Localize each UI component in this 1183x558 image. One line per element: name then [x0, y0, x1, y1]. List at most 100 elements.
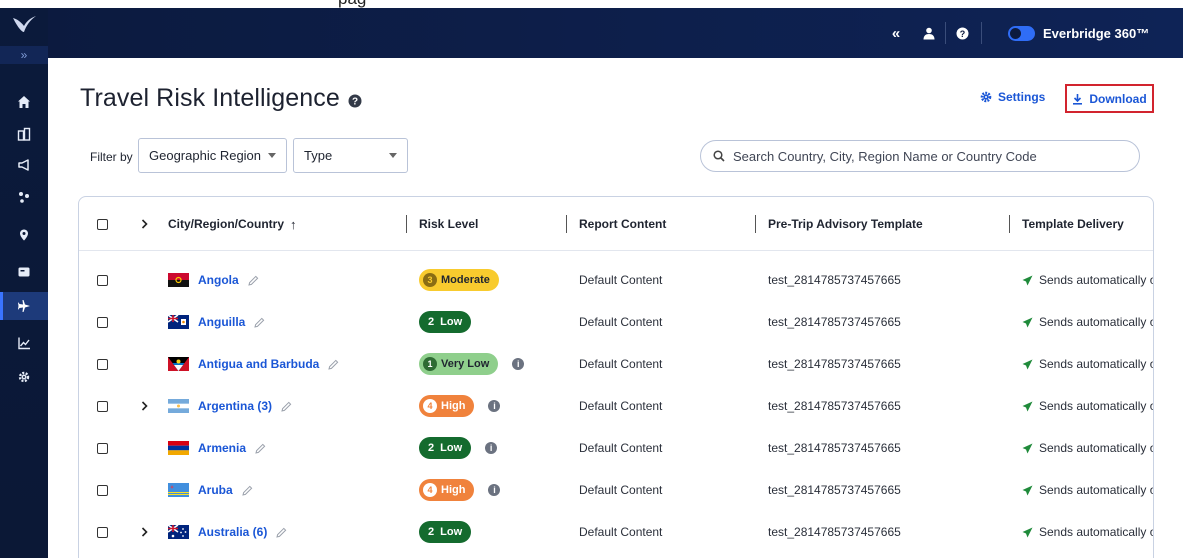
country-cell: Anguilla [168, 301, 265, 343]
row-checkbox[interactable] [97, 358, 108, 370]
header-divider [981, 22, 982, 44]
risk-label: High [441, 400, 466, 412]
user-profile-button[interactable] [916, 8, 942, 58]
product-toggle-icon[interactable] [1008, 25, 1035, 41]
sidebar-item-directory[interactable] [0, 258, 48, 286]
table-row[interactable]: Anguilla 2 Low Default Content test_28147857… [79, 301, 1154, 343]
megaphone-icon [18, 159, 29, 171]
pencil-icon[interactable] [241, 485, 253, 496]
table-header: City/Region/Country ↑ Risk Level Report … [79, 197, 1153, 251]
risk-badge: 2 Low [419, 311, 472, 333]
country-link[interactable]: Antigua and Barbuda [198, 357, 319, 371]
sort-ascending-icon[interactable]: ↑ [290, 217, 297, 232]
table-row[interactable]: Armenia 2 Low i Default Content test_28147857… [79, 427, 1153, 469]
download-button[interactable]: Download [1065, 84, 1154, 113]
search-box[interactable] [700, 140, 1140, 172]
type-dropdown[interactable]: Type [293, 138, 408, 173]
collapse-panel-button[interactable]: « [883, 8, 909, 58]
chevron-right-icon[interactable] [141, 527, 148, 537]
svg-text:?: ? [959, 29, 965, 39]
country-link[interactable]: Australia (6) [198, 525, 267, 539]
column-template-delivery[interactable]: Template Delivery [1022, 197, 1124, 251]
sidebar-item-notifications[interactable] [0, 151, 48, 179]
risk-label: High [441, 484, 466, 496]
table-row[interactable]: Argentina (3) 4 High i Default Content test_2… [79, 385, 1153, 427]
help-button[interactable]: ? [949, 8, 975, 58]
pencil-icon[interactable] [328, 359, 339, 370]
chevron-right-icon[interactable] [141, 401, 148, 411]
column-city-region-country[interactable]: City/Region/Country ↑ [168, 197, 297, 251]
select-all-checkbox[interactable] [97, 218, 108, 230]
info-icon[interactable]: i [512, 358, 525, 370]
row-checkbox[interactable] [97, 316, 108, 328]
country-link[interactable]: Angola [198, 273, 239, 287]
delivery-cell: Sends automatically or [1022, 343, 1154, 385]
risk-number: 2 [428, 316, 435, 328]
sidebar-item-people[interactable] [0, 183, 48, 211]
info-icon[interactable]: i [488, 484, 501, 496]
gear-icon [18, 371, 30, 383]
column-pre-trip-template[interactable]: Pre-Trip Advisory Template [768, 197, 923, 251]
pencil-icon[interactable] [276, 527, 287, 538]
pencil-icon[interactable] [255, 443, 266, 454]
flag-icon [168, 357, 189, 371]
sidebar-item-travel[interactable] [0, 292, 48, 320]
search-input[interactable] [733, 148, 1133, 164]
everbridge-logo-icon[interactable] [10, 12, 38, 36]
risk-badge: 4 High [419, 395, 475, 417]
table-row[interactable]: Angola 3 Moderate Default Content test_28147… [79, 259, 1153, 301]
sidebar-item-buildings[interactable] [0, 120, 48, 148]
country-link[interactable]: Aruba [198, 483, 233, 497]
table-row[interactable]: Antigua and Barbuda 1 Very Low i Default Con… [79, 343, 1154, 385]
delivery-text: Sends automatically or [1039, 315, 1154, 329]
risk-label: Low [440, 526, 463, 538]
flag-icon [168, 483, 189, 497]
sidebar-item-locations[interactable] [0, 221, 48, 249]
risk-level-cell: 2 Low i [419, 427, 498, 469]
column-divider [406, 215, 407, 233]
column-risk-level[interactable]: Risk Level [419, 197, 478, 251]
sidebar-item-analytics[interactable] [0, 329, 48, 357]
info-icon[interactable]: i [488, 400, 501, 412]
sidebar-item-settings[interactable] [0, 363, 48, 391]
risk-level-cell: 1 Very Low i [419, 343, 525, 385]
row-checkbox[interactable] [97, 442, 108, 454]
report-content-cell: Default Content [579, 483, 663, 497]
info-icon[interactable]: i [485, 442, 498, 454]
filter-by-label: Filter by [90, 150, 133, 164]
flag-icon [168, 315, 189, 329]
country-cell: Australia (6) [168, 511, 287, 553]
search-icon [713, 150, 725, 162]
risk-label: Low [440, 442, 463, 454]
risk-number: 2 [428, 442, 435, 454]
row-checkbox[interactable] [97, 526, 108, 538]
help-circle-icon[interactable]: ? [348, 94, 362, 108]
country-link[interactable]: Anguilla [198, 315, 245, 329]
country-cell: Angola [168, 259, 259, 301]
settings-button[interactable]: Settings [980, 90, 1045, 104]
row-checkbox[interactable] [97, 274, 108, 286]
row-checkbox[interactable] [97, 484, 108, 496]
pencil-icon[interactable] [254, 317, 265, 328]
chevron-down-icon [389, 153, 397, 158]
country-link[interactable]: Argentina (3) [198, 399, 272, 413]
sidebar-expand-button[interactable]: » [0, 46, 48, 64]
pencil-icon[interactable] [247, 275, 259, 286]
geographic-region-dropdown[interactable]: Geographic Region [138, 138, 287, 173]
product-switcher[interactable]: Everbridge 360™ [1008, 8, 1149, 58]
country-link[interactable]: Armenia [198, 441, 246, 455]
delivery-cell: Sends automatically or [1022, 301, 1154, 343]
pencil-icon[interactable] [281, 401, 292, 412]
column-report-content[interactable]: Report Content [579, 197, 666, 251]
risk-level-cell: 4 High i [419, 469, 501, 511]
chevron-right-icon[interactable] [141, 219, 148, 229]
delivery-cell: Sends automatically or [1022, 385, 1153, 427]
sidebar-item-home[interactable] [0, 88, 48, 116]
row-checkbox[interactable] [97, 400, 108, 412]
risk-level-cell: 2 Low [419, 511, 472, 553]
delivery-text: Sends automatically or [1039, 525, 1154, 539]
brand-name: Everbridge 360™ [1043, 25, 1150, 41]
table-row[interactable]: Aruba 4 High i Default Content test_281478573… [79, 469, 1153, 511]
table-row[interactable]: Australia (6) 2 Low Default Content test_281… [79, 511, 1154, 553]
delivery-text: Sends automatically or [1039, 357, 1154, 371]
